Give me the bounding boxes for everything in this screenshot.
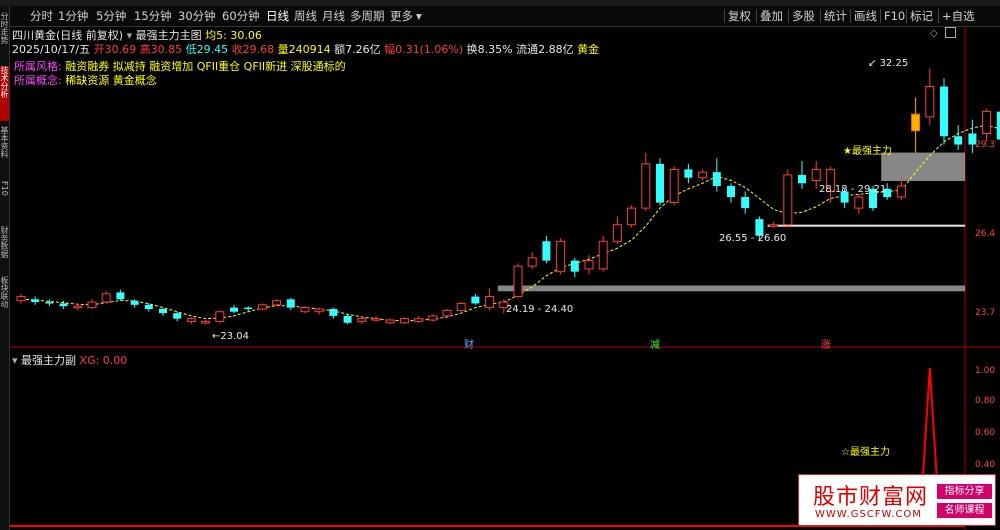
candle-body-63: [911, 113, 921, 132]
candle-body-27: [399, 318, 409, 324]
candle-body-17: [257, 304, 267, 310]
left-tab-strip: 分时走势技术分析基本资料 F10 财务数据板块联动: [0, 6, 10, 530]
candle-body-65: [940, 86, 948, 137]
watermark-badge-course: 名师课程: [937, 503, 992, 518]
candle-body-32: [471, 296, 480, 304]
low-price-label: ←23.04: [212, 331, 250, 342]
candle-body-0: [16, 296, 26, 302]
candle-body-36: [527, 257, 537, 267]
sub-xg-value: XG: 0.00: [79, 354, 128, 367]
candle-body-29: [428, 315, 438, 321]
event-marker-rise[interactable]: 涨: [820, 339, 832, 352]
candle-body-55: [798, 174, 806, 184]
candle-body-16: [244, 307, 253, 310]
candle-body-2: [45, 302, 54, 304]
candle-body-66: [954, 136, 963, 145]
star-signal-sub: ☆最强主力: [841, 447, 890, 458]
candle-body-39: [570, 260, 579, 272]
candle-body-41: [598, 240, 608, 270]
zone-label-2: 26.55 - 26.60: [719, 233, 787, 244]
watermark-title: 股市财富网: [813, 485, 929, 510]
zone-label-3: 28.18 - 29.21: [819, 184, 887, 195]
candle-body-47: [684, 169, 693, 178]
candle-body-11: [173, 313, 182, 319]
candle-body-43: [627, 207, 637, 226]
candle-body-56: [811, 168, 821, 181]
sub-dropdown-icon[interactable]: ▾: [12, 354, 18, 367]
axis-label-sub-3: 0.60: [975, 428, 996, 438]
candle-body-5: [87, 301, 97, 309]
candle-body-46: [669, 168, 679, 204]
candle-body-9: [144, 304, 153, 309]
axis-label-main-3: 23.7: [975, 308, 996, 318]
candle-body-3: [59, 303, 68, 307]
candle-body-30: [442, 309, 452, 317]
candle-body-54: [783, 174, 793, 226]
candle-body-18: [272, 300, 282, 306]
sub-chart-header: ▾ 最强主力副 XG: 0.00: [12, 352, 127, 368]
candle-body-49: [712, 172, 721, 186]
candle-body-44: [641, 163, 651, 209]
candle-body-15: [230, 307, 238, 312]
axis-label-sub-4: 0.40: [975, 460, 996, 470]
candle-body-1: [31, 299, 40, 303]
support-zone-2: [881, 152, 965, 182]
candle-body-22: [329, 308, 338, 316]
candle-body-25: [371, 318, 381, 321]
candle-body-50: [727, 186, 735, 198]
candle-body-6: [101, 293, 111, 303]
candle-body-42: [612, 224, 622, 242]
axis-label-main-1: 29.3: [975, 140, 996, 150]
candle-body-53: [769, 224, 779, 227]
candle-body-62: [896, 185, 906, 198]
candle-body-21: [314, 308, 324, 313]
support-zone-0: [497, 285, 965, 292]
axis-label-sub-2: 0.80: [975, 396, 996, 406]
support-zone-1: [767, 224, 965, 227]
candle-body-13: [201, 320, 211, 324]
candle-body-33: [485, 296, 495, 309]
candle-body-48: [698, 171, 708, 179]
candle-body-26: [385, 319, 395, 324]
candle-body-40: [584, 260, 594, 270]
candle-body-10: [159, 308, 167, 314]
candle-body-12: [186, 318, 196, 322]
left-tab-4[interactable]: 财务数据: [0, 226, 9, 271]
candle-body-23: [343, 315, 352, 323]
candle-body-19: [286, 299, 295, 308]
candle-body-59: [854, 196, 864, 209]
candle-body-38: [556, 240, 566, 273]
candle-body-4: [73, 305, 83, 309]
event-marker-reduce[interactable]: 减: [649, 339, 661, 352]
candle-body-24: [357, 318, 367, 322]
candle-body-68: [982, 110, 992, 134]
sub-indicator-name[interactable]: 最强主力副: [21, 354, 76, 367]
candle-body-45: [656, 163, 664, 203]
axis-label-sub-1: 1.00: [975, 366, 996, 376]
star-signal-main: ★最强主力: [843, 146, 892, 157]
candle-body-28: [414, 318, 424, 322]
candle-body-8: [130, 300, 139, 305]
candle-body-64: [925, 86, 935, 118]
candle-body-31: [456, 302, 466, 311]
watermark-badge-share: 指标分享: [937, 484, 992, 499]
event-marker-finance[interactable]: 财: [463, 339, 475, 352]
candle-body-51: [741, 197, 750, 209]
candle-body-35: [513, 265, 523, 298]
candle-body-7: [116, 292, 125, 300]
left-tab-2[interactable]: 基本资料: [0, 126, 9, 176]
high-price-label: ↙ 32.25: [868, 58, 909, 69]
left-tab-5[interactable]: 板块联动: [0, 276, 9, 326]
candle-body-20: [300, 307, 310, 313]
candle-body-14: [215, 311, 225, 322]
watermark-logo: 股市财富网 WWW.GSCFW.COM 指标分享 名师课程: [798, 474, 996, 526]
left-tab-0[interactable]: 分时走势: [0, 12, 9, 62]
axis-label-main-2: 26.4: [975, 229, 996, 239]
left-tab-3[interactable]: F10: [0, 181, 9, 221]
left-tab-1[interactable]: 技术分析: [0, 66, 9, 121]
watermark-url: WWW.GSCFW.COM: [815, 509, 922, 520]
zone-label-1: 24.19 - 24.40: [506, 304, 574, 315]
candle-body-37: [542, 241, 551, 261]
